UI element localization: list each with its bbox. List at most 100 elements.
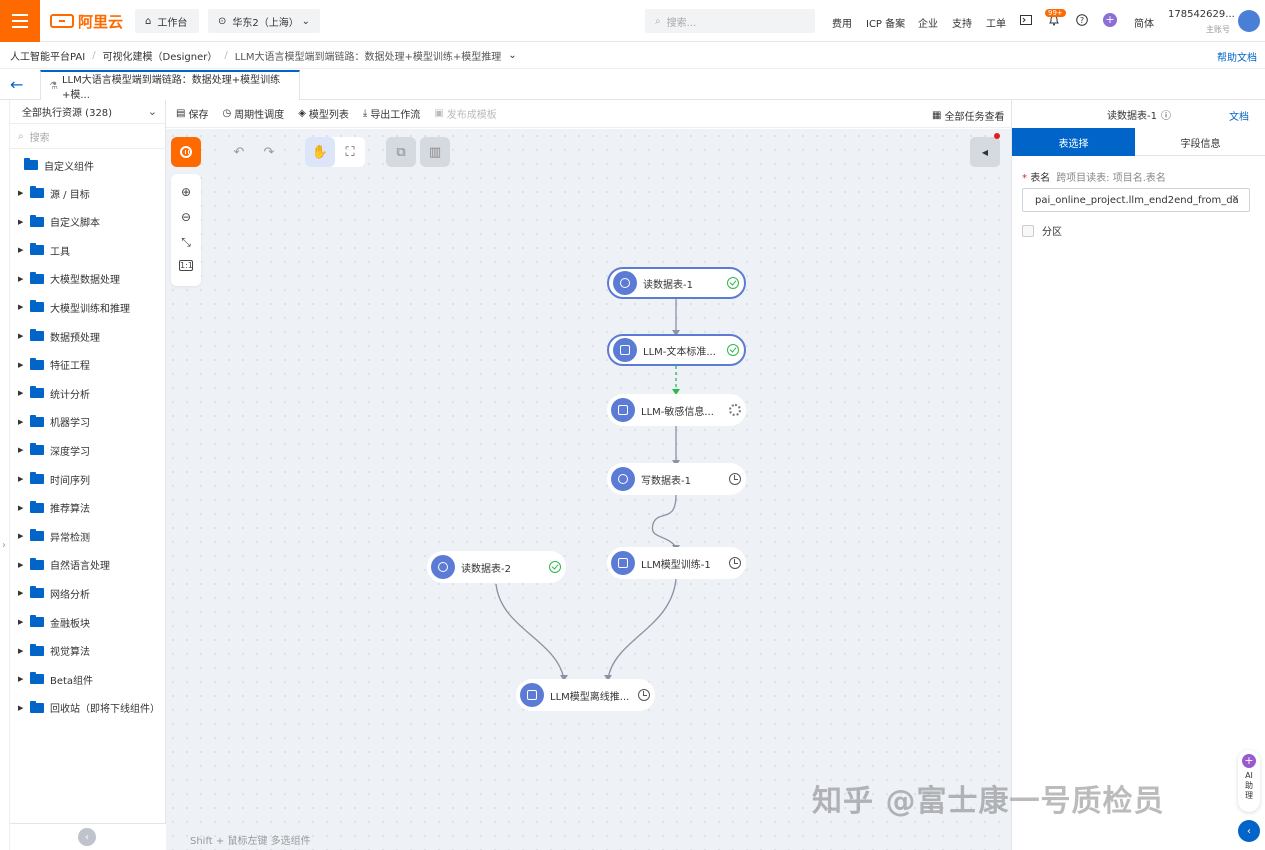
tree-item-folder[interactable]: ▶ Beta组件 [18,670,93,688]
edge-write-to-train [651,494,677,548]
caret-right-icon[interactable]: ▶ [18,704,24,712]
chevron-right-icon[interactable]: › [2,540,6,551]
tree-item-folder[interactable]: ▶ 网络分析 [18,584,90,602]
status-waiting-icon [728,472,742,486]
avatar[interactable] [1238,10,1260,32]
caret-right-icon[interactable]: ▶ [18,389,24,397]
caret-right-icon[interactable]: ▶ [18,561,24,569]
node-llm-offline-inference[interactable]: LLM模型离线推... [516,679,655,711]
clear-icon[interactable]: ✕ [1231,194,1239,204]
nav-icp[interactable]: ICP 备案 [866,15,905,30]
node-llm-sensitive-info[interactable]: LLM-敏感信息... [607,394,746,426]
caret-right-icon[interactable]: ▶ [18,332,24,340]
caret-right-icon[interactable]: ▶ [18,675,24,683]
resource-picker[interactable]: 全部执行资源 (328) ⌄ [10,100,165,124]
tree-item-folder[interactable]: ▶ 时间序列 [18,470,90,488]
chevron-down-icon[interactable]: ⌄ [508,50,516,61]
tree-item-folder[interactable]: ▶ 金融板块 [18,613,90,631]
account-name[interactable]: 178542629... [1168,9,1235,20]
breadcrumb-pipeline[interactable]: LLM大语言模型端到端链路：数据处理+模型训练+模型推理 [235,48,502,63]
docs-link[interactable]: 文档 [1229,108,1249,123]
chevron-left-icon[interactable]: ‹ [1238,820,1260,842]
caret-right-icon[interactable]: ▶ [18,618,24,626]
nav-enterprise[interactable]: 企业 [918,15,938,30]
language-switch[interactable]: 简体 [1134,15,1154,30]
tree-item-folder[interactable]: ▶ 深度学习 [18,441,90,459]
model-list-button[interactable]: ◈ 模型列表 [298,106,349,121]
tree-item-folder[interactable]: ▶ 大模型训练和推理 [18,298,130,316]
help-icon[interactable]: ? [1075,13,1089,27]
node-read-table-1[interactable]: 读数据表-1 [607,267,746,299]
back-arrow-icon[interactable]: ← [10,76,30,94]
help-docs-link[interactable]: 帮助文档 [1217,49,1257,64]
caret-right-icon[interactable]: ▶ [18,418,24,426]
terminal-icon[interactable] [1019,13,1033,27]
tab-table-select[interactable]: 表选择 [1012,128,1135,156]
caret-right-icon[interactable]: ▶ [18,532,24,540]
region-selector[interactable]: ⊙ 华东2（上海） ⌄ [208,9,320,33]
tree-item-folder[interactable]: ▶ 机器学习 [18,413,90,431]
global-search-input[interactable]: ⌕ 搜索... [645,9,815,33]
publish-template-button[interactable]: ▣ 发布成模板 [434,106,496,121]
tree-item-folder[interactable]: ▶ 工具 [18,241,70,259]
caret-right-icon[interactable]: ▶ [18,475,24,483]
partition-checkbox[interactable] [1022,224,1034,237]
save-button[interactable]: ▤ 保存 [176,106,208,121]
tree-item-folder[interactable]: ▶ 大模型数据处理 [18,270,120,288]
breadcrumb-pai[interactable]: 人工智能平台PAI [10,48,85,63]
node-llm-training-1[interactable]: LLM模型训练-1 [607,547,746,579]
tree-item-folder[interactable]: ▶ 视觉算法 [18,642,90,660]
hamburger-menu-button[interactable] [0,0,40,42]
tree-item-folder[interactable]: ▶ 异常检测 [18,527,90,545]
caret-right-icon[interactable]: ▶ [18,246,24,254]
workbench-button[interactable]: ⌂ 工作台 [135,9,199,33]
status-success-icon [726,343,740,357]
tree-item-folder[interactable]: ▶ 数据预处理 [18,327,100,345]
aliyun-logo[interactable]: 阿里云 [50,11,123,31]
clock-icon: ◷ [222,108,232,119]
tab-pipeline[interactable]: ⚗ LLM大语言模型端到端链路：数据处理+模型训练+模... [40,70,300,101]
caret-right-icon[interactable]: ▶ [18,303,24,311]
table-name-input[interactable]: pai_online_project.llm_end2end_from_da ✕ [1022,188,1250,212]
breadcrumb-designer[interactable]: 可视化建模（Designer） [103,48,218,63]
tree-item-custom[interactable]: 自定义组件 [24,156,94,174]
folder-icon [30,186,44,198]
workflow-canvas[interactable]: ↶ ↷ ✋ ⛶ ⧉ ▥ ◀ ⊕ ⊖ ⤡ 1:1 读数据表-1 LLM-文本标准.… [166,129,1011,850]
caret-right-icon[interactable]: ▶ [18,189,24,197]
nav-billing[interactable]: 费用 [832,15,852,30]
tree-item-folder[interactable]: ▶ 特征工程 [18,356,90,374]
node-llm-text-standardize[interactable]: LLM-文本标准... [607,334,746,366]
ai-assistant-button[interactable]: + AI 助 理 [1238,750,1260,812]
node-label: 写数据表-1 [641,475,691,487]
tree-item-folder[interactable]: ▶ 回收站（即将下线组件） [18,699,160,717]
caret-right-icon[interactable]: ▶ [18,589,24,597]
tab-label: LLM大语言模型端到端链路：数据处理+模型训练+模... [61,75,281,101]
tree-item-label: Beta组件 [50,675,94,687]
all-tasks-button[interactable]: ▦ 全部任务查看 [932,108,1004,123]
node-write-table-1[interactable]: 写数据表-1 [607,463,746,495]
nav-ticket[interactable]: 工单 [986,15,1006,30]
caret-right-icon[interactable]: ▶ [18,647,24,655]
schedule-button[interactable]: ◷ 周期性调度 [222,106,284,121]
caret-right-icon[interactable]: ▶ [18,361,24,369]
edges-layer [495,299,680,681]
help-icon[interactable]: ⓘ [1161,107,1171,122]
component-search-input[interactable]: ⌕ 搜索 [10,125,165,149]
nav-support[interactable]: 支持 [952,15,972,30]
export-button[interactable]: ⤓ 导出工作流 [363,106,420,121]
partition-option[interactable]: 分区 [1022,223,1062,238]
tree-item-folder[interactable]: ▶ 统计分析 [18,384,90,402]
caret-right-icon[interactable]: ▶ [18,275,24,283]
ai-plus-icon[interactable]: + [1103,13,1117,27]
tree-item-folder[interactable]: ▶ 自然语言处理 [18,556,110,574]
tree-item-folder[interactable]: ▶ 推荐算法 [18,499,90,517]
collapse-left-panel-button[interactable]: ‹ [78,828,96,846]
caret-right-icon[interactable]: ▶ [18,504,24,512]
caret-right-icon[interactable]: ▶ [18,218,24,226]
caret-right-icon[interactable]: ▶ [18,446,24,454]
tree-item-folder[interactable]: ▶ 自定义脚本 [18,213,100,231]
tab-field-info[interactable]: 字段信息 [1135,128,1265,156]
tree-item-folder[interactable]: ▶ 源 / 目标 [18,184,90,202]
tree-item-label: 网络分析 [50,589,90,601]
node-read-table-2[interactable]: 读数据表-2 [427,551,566,583]
